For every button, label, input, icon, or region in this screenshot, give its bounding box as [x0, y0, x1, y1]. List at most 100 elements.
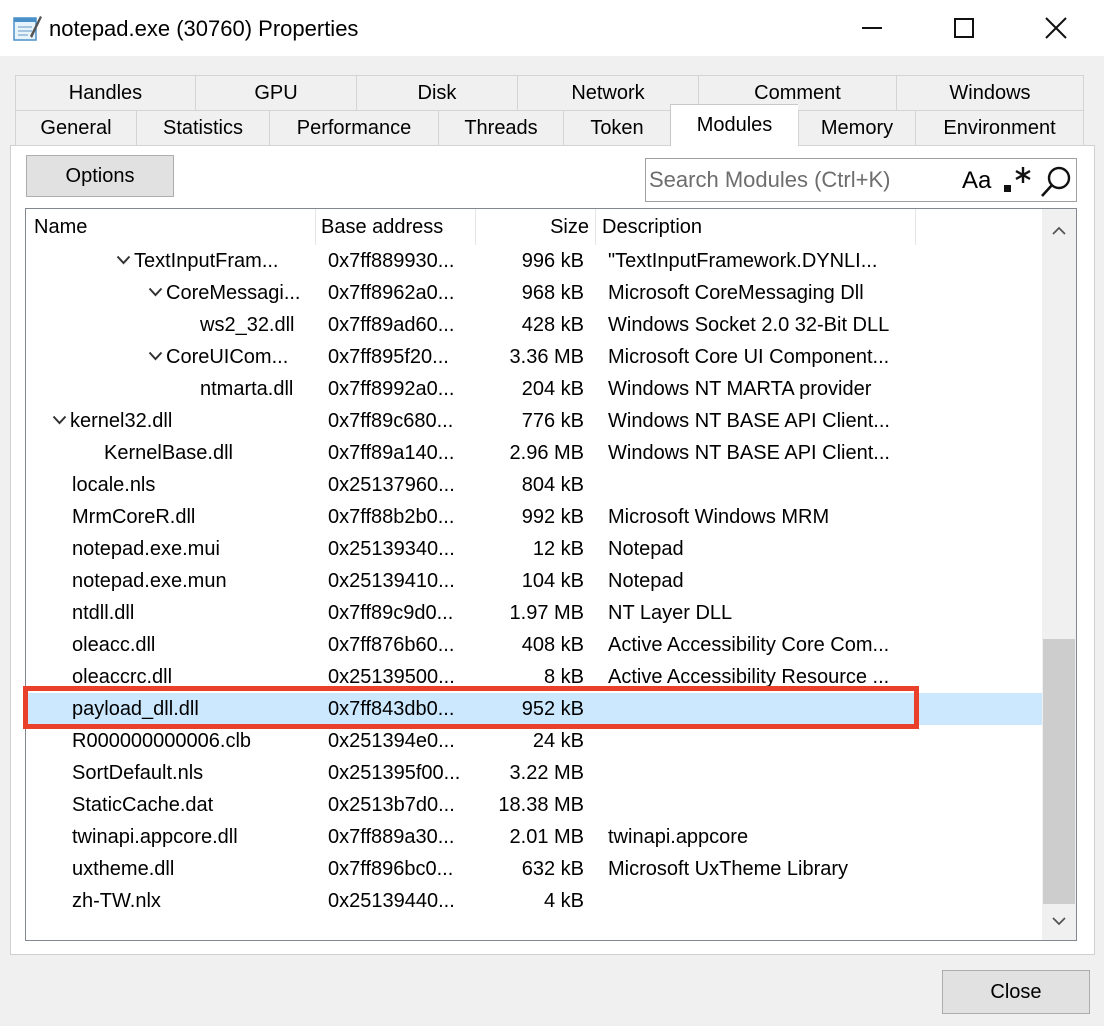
cell-size: 408 kB — [521, 634, 584, 656]
cell-size: 18.38 MB — [498, 794, 584, 816]
tab-performance[interactable]: Performance — [269, 110, 438, 146]
module-name: CoreMessagi... — [166, 281, 301, 304]
table-row[interactable]: zh-TW.nlx 0x25139440... 4 kB — [26, 885, 1042, 917]
cell-description: Active Accessibility Resource ... — [608, 666, 890, 688]
column-header-base-address[interactable]: Base address — [316, 209, 476, 245]
tab-token[interactable]: Token — [563, 110, 670, 146]
cell-size: 204 kB — [521, 378, 584, 400]
cell-size: 992 kB — [521, 506, 584, 528]
table-row[interactable]: ntmarta.dll 0x7ff8992a0... 204 kB Windows N… — [26, 373, 1042, 405]
cell-name: MrmCoreR.dll — [72, 501, 195, 533]
cell-description: NT Layer DLL — [608, 602, 733, 624]
module-name: payload_dll.dll — [72, 697, 199, 720]
column-header-name[interactable]: Name — [26, 209, 316, 245]
scroll-up-button[interactable] — [1042, 215, 1076, 245]
table-row[interactable]: ws2_32.dll 0x7ff89ad60... 428 kB Windows So… — [26, 309, 1042, 341]
cell-name: kernel32.dll — [48, 405, 172, 437]
table-row[interactable]: oleacc.dll 0x7ff876b60... 408 kB Active Acc… — [26, 629, 1042, 661]
scrollbar-thumb[interactable] — [1043, 639, 1075, 904]
cell-size: 2.01 MB — [509, 826, 584, 848]
table-row[interactable]: notepad.exe.mun 0x25139410... 104 kB Notepa… — [26, 565, 1042, 597]
module-name: R000000000006.clb — [72, 729, 252, 752]
chevron-down-icon[interactable] — [48, 405, 70, 437]
table-row[interactable]: uxtheme.dll 0x7ff896bc0... 632 kB Microsoft… — [26, 853, 1042, 885]
module-name: ntdll.dll — [72, 601, 135, 624]
tab-handles[interactable]: Handles — [15, 75, 195, 111]
table-row[interactable]: R000000000006.clb 0x251394e0... 24 kB — [26, 725, 1042, 757]
module-name: ws2_32.dll — [200, 313, 295, 336]
cell-name: twinapi.appcore.dll — [72, 821, 238, 853]
table-row[interactable]: StaticCache.dat 0x2513b7d0... 18.38 MB — [26, 789, 1042, 821]
column-header-size[interactable]: Size — [476, 209, 596, 245]
module-name: notepad.exe.mui — [72, 537, 220, 560]
chevron-down-icon[interactable] — [112, 245, 134, 277]
chevron-up-icon — [1052, 226, 1066, 235]
tab-threads[interactable]: Threads — [438, 110, 563, 146]
options-button[interactable]: Options — [26, 155, 174, 197]
column-header-description[interactable]: Description — [596, 209, 916, 245]
cell-name: R000000000006.clb — [72, 725, 251, 757]
cell-description: "TextInputFramework.DYNLI... — [608, 250, 878, 272]
chevron-down-icon[interactable] — [144, 277, 166, 309]
module-name: locale.nls — [72, 473, 156, 496]
table-row[interactable]: ntdll.dll 0x7ff89c9d0... 1.97 MB NT Layer D… — [26, 597, 1042, 629]
tab-row-back: Handles GPU Disk Network Comment Windows — [15, 75, 1084, 111]
module-name: oleacc.dll — [72, 633, 156, 656]
window-title: notepad.exe (30760) Properties — [49, 16, 359, 41]
cell-size: 8 kB — [543, 666, 584, 688]
cell-description: Windows NT BASE API Client... — [608, 410, 890, 432]
table-row[interactable]: KernelBase.dll 0x7ff89a140... 2.96 MB Windo… — [26, 437, 1042, 469]
cell-base-address: 0x25139410... — [328, 570, 455, 592]
cell-size: 3.22 MB — [509, 762, 584, 784]
tab-gpu[interactable]: GPU — [195, 75, 356, 111]
module-name: SortDefault.nls — [72, 761, 204, 784]
cell-base-address: 0x7ff896bc0... — [328, 858, 454, 880]
cell-name: notepad.exe.mui — [72, 533, 220, 565]
table-row[interactable]: SortDefault.nls 0x251395f00... 3.22 MB — [26, 757, 1042, 789]
tab-row-front: General Statistics Performance Threads Token… — [15, 104, 1084, 146]
close-window-button[interactable] — [1010, 0, 1102, 56]
chevron-down-icon[interactable] — [144, 341, 166, 373]
cell-name: oleaccrc.dll — [72, 661, 172, 693]
tab-general[interactable]: General — [15, 110, 136, 146]
table-row[interactable]: kernel32.dll 0x7ff89c680... 776 kB Windows … — [26, 405, 1042, 437]
cell-size: 1.97 MB — [509, 602, 584, 624]
close-button[interactable]: Close — [942, 970, 1090, 1014]
cell-description: Windows NT BASE API Client... — [608, 442, 890, 464]
cell-name: CoreMessagi... — [144, 277, 301, 309]
tab-statistics[interactable]: Statistics — [136, 110, 269, 146]
cell-base-address: 0x7ff89ad60... — [328, 314, 455, 336]
match-case-toggle[interactable]: Aa — [962, 167, 991, 195]
minimize-button[interactable] — [826, 0, 918, 56]
tab-disk[interactable]: Disk — [356, 75, 517, 111]
tab-environment[interactable]: Environment — [915, 110, 1084, 146]
table-row[interactable]: oleaccrc.dll 0x25139500... 8 kB Active Acce… — [26, 661, 1042, 693]
tab-memory[interactable]: Memory — [798, 110, 915, 146]
tab-modules[interactable]: Modules — [670, 104, 798, 146]
table-row[interactable]: CoreUICom... 0x7ff895f20... 3.36 MB Microso… — [26, 341, 1042, 373]
cell-name: zh-TW.nlx — [72, 885, 161, 917]
module-name: StaticCache.dat — [72, 793, 214, 816]
tab-windows[interactable]: Windows — [896, 75, 1084, 111]
scroll-down-button[interactable] — [1042, 906, 1076, 936]
table-row[interactable]: MrmCoreR.dll 0x7ff88b2b0... 992 kB Microsof… — [26, 501, 1042, 533]
vertical-scrollbar[interactable] — [1042, 209, 1076, 940]
regex-toggle-icon[interactable] — [1002, 163, 1034, 197]
table-row[interactable]: notepad.exe.mui 0x25139340... 12 kB Notepad — [26, 533, 1042, 565]
cell-description: Notepad — [608, 570, 684, 592]
maximize-button[interactable] — [918, 0, 1010, 56]
cell-description: Microsoft Core UI Component... — [608, 346, 890, 368]
cell-base-address: 0x7ff895f20... — [328, 346, 449, 368]
table-row[interactable]: twinapi.appcore.dll 0x7ff889a30... 2.01 MB… — [26, 821, 1042, 853]
list-rows: TextInputFram... 0x7ff889930... 996 kB "Tex… — [26, 245, 1042, 917]
table-row[interactable]: CoreMessagi... 0x7ff8962a0... 968 kB Micros… — [26, 277, 1042, 309]
table-row[interactable]: locale.nls 0x25137960... 804 kB — [26, 469, 1042, 501]
table-row[interactable]: TextInputFram... 0x7ff889930... 996 kB "Tex… — [26, 245, 1042, 277]
search-input[interactable] — [649, 162, 949, 198]
module-name: kernel32.dll — [70, 409, 173, 432]
cell-name: CoreUICom... — [144, 341, 288, 373]
cell-base-address: 0x2513b7d0... — [328, 794, 455, 816]
cell-name: SortDefault.nls — [72, 757, 203, 789]
search-icon[interactable] — [1039, 165, 1073, 199]
table-row[interactable]: payload_dll.dll 0x7ff843db0... 952 kB — [26, 693, 1042, 725]
